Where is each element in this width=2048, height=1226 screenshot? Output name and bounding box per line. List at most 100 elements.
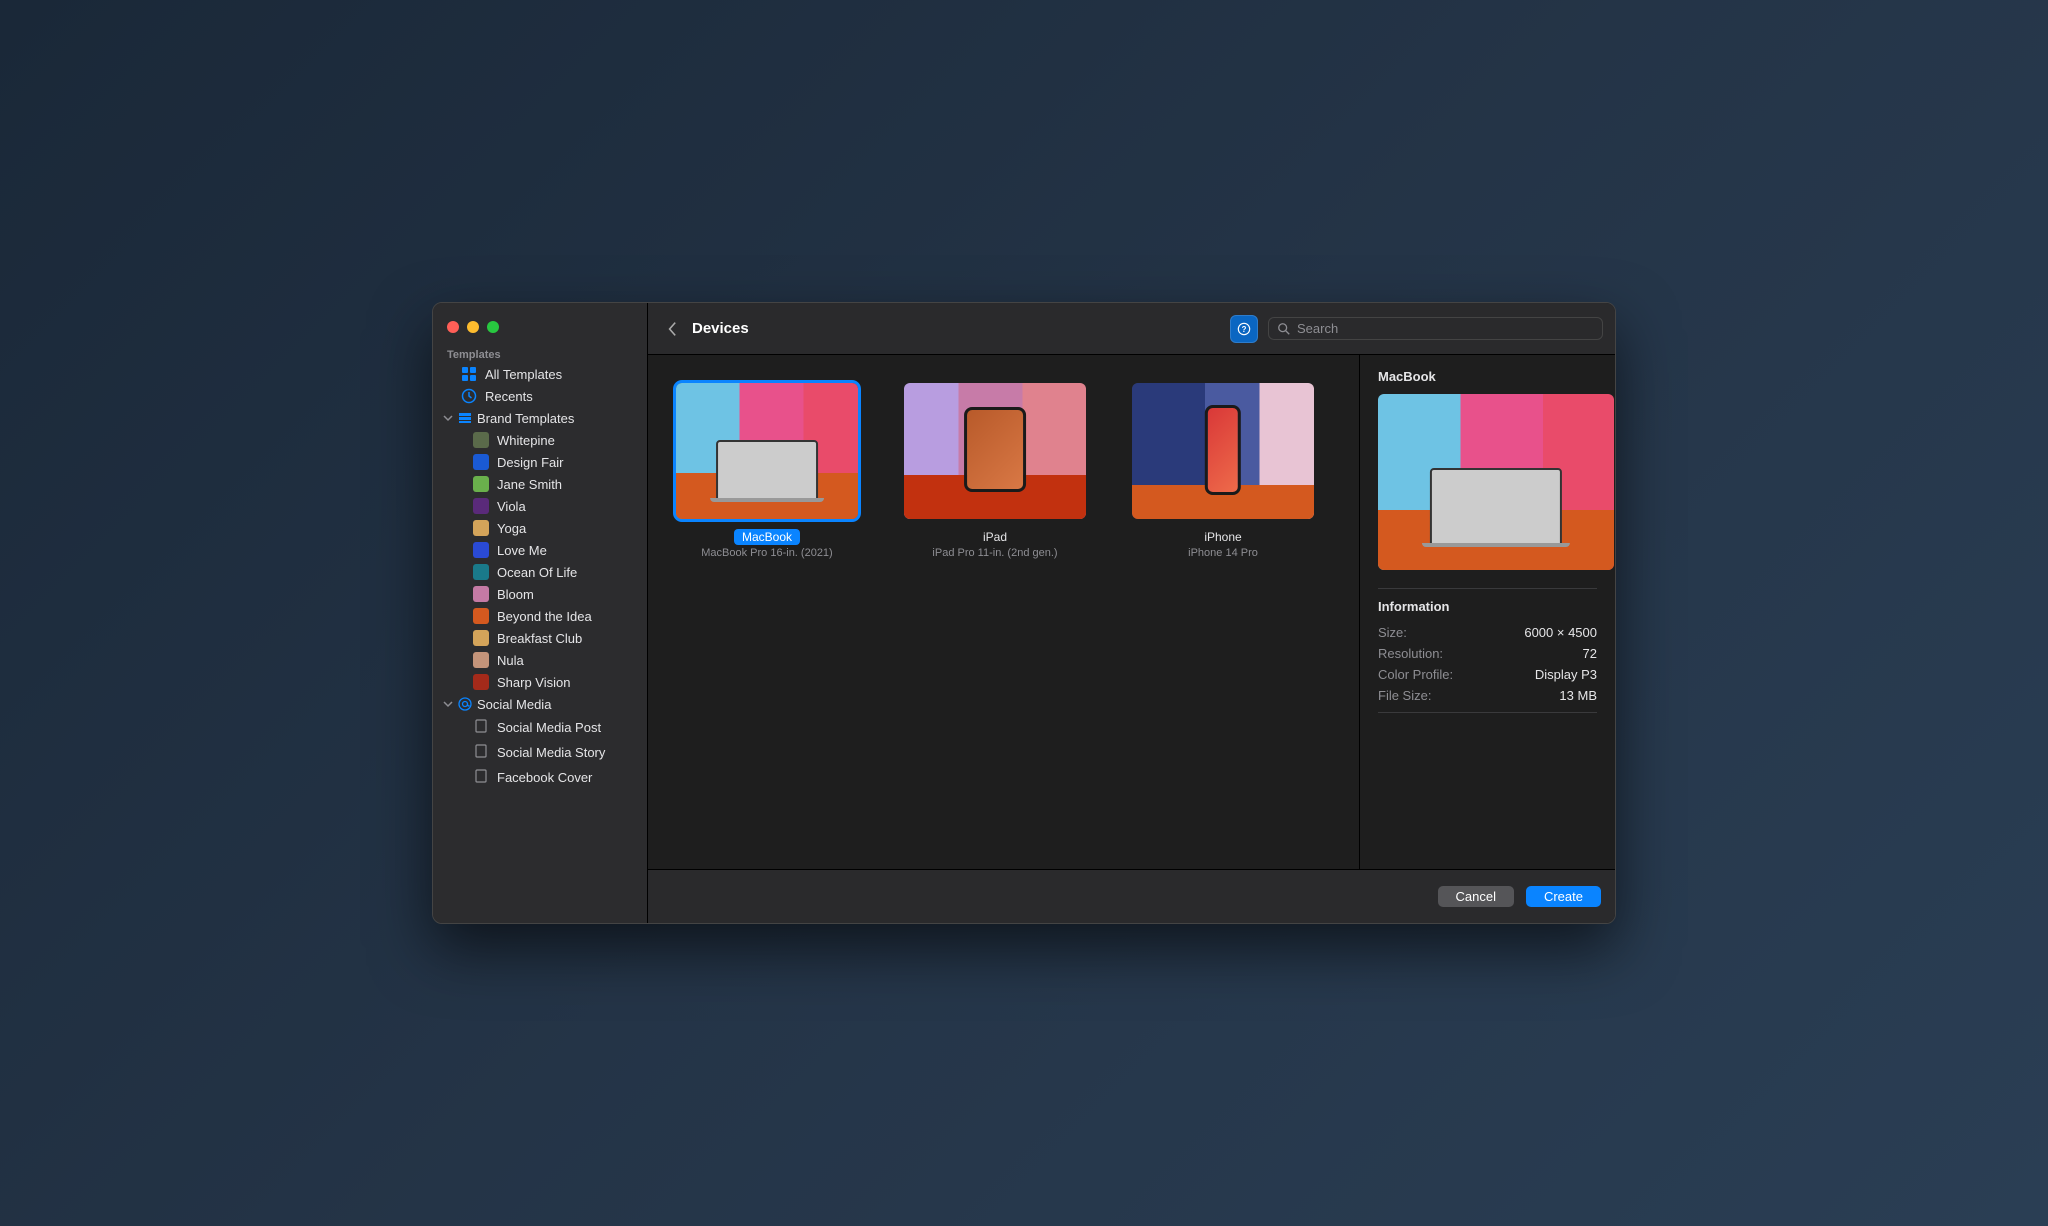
sidebar-item-label: Whitepine xyxy=(497,433,555,448)
info-value: Display P3 xyxy=(1535,667,1597,682)
template-name: iPad xyxy=(975,529,1015,545)
sidebar-item-label: Ocean Of Life xyxy=(497,565,577,580)
page-title: Devices xyxy=(692,320,749,337)
sidebar-group-label: Brand Templates xyxy=(477,411,574,426)
template-thumbnail-icon xyxy=(473,652,489,668)
template-name: iPhone xyxy=(1196,529,1249,545)
template-chooser-window: Templates All Templates Recents Brand Te… xyxy=(432,302,1616,924)
template-card[interactable]: iPhone iPhone 14 Pro xyxy=(1132,383,1314,559)
template-thumbnail-icon xyxy=(473,586,489,602)
minimize-window-button[interactable] xyxy=(467,321,479,333)
sidebar-item[interactable]: Bloom xyxy=(433,583,647,605)
help-button[interactable]: ? xyxy=(1230,315,1258,343)
template-subtitle: iPhone 14 Pro xyxy=(1188,547,1258,559)
toolbar: Devices ? xyxy=(648,303,1615,355)
sidebar-group-label: Social Media xyxy=(477,697,551,712)
divider xyxy=(1378,712,1597,713)
sidebar-item[interactable]: Jane Smith xyxy=(433,473,647,495)
template-thumbnail-icon xyxy=(473,674,489,690)
sidebar-item-label: Love Me xyxy=(497,543,547,558)
template-thumbnail-icon xyxy=(473,498,489,514)
search-field[interactable] xyxy=(1268,317,1603,340)
grid-icon xyxy=(461,366,477,382)
search-input[interactable] xyxy=(1297,321,1594,336)
window-controls xyxy=(433,311,647,345)
sidebar-item[interactable]: Sharp Vision xyxy=(433,671,647,693)
info-row: Resolution: 72 xyxy=(1378,643,1597,664)
template-thumbnail xyxy=(904,383,1086,519)
sidebar-item[interactable]: Social Media Story xyxy=(433,740,647,765)
stack-icon xyxy=(457,410,473,426)
document-icon xyxy=(473,718,489,737)
sidebar-item-label: Facebook Cover xyxy=(497,770,592,785)
info-row: Color Profile: Display P3 xyxy=(1378,664,1597,685)
sidebar-item-label: Bloom xyxy=(497,587,534,602)
sidebar-item-label: Recents xyxy=(485,389,533,404)
info-heading: Information xyxy=(1378,599,1597,614)
info-preview-thumbnail xyxy=(1378,394,1614,570)
info-value: 72 xyxy=(1583,646,1597,661)
sidebar-item[interactable]: Yoga xyxy=(433,517,647,539)
info-row: Size:6000 × 4500 xyxy=(1378,622,1597,643)
info-title: MacBook xyxy=(1378,369,1597,384)
template-thumbnail-icon xyxy=(473,564,489,580)
sidebar-item[interactable]: Design Fair xyxy=(433,451,647,473)
sidebar-item-label: Jane Smith xyxy=(497,477,562,492)
sidebar-item-label: Design Fair xyxy=(497,455,563,470)
sidebar-item[interactable]: Beyond the Idea xyxy=(433,605,647,627)
sidebar-item[interactable]: Whitepine xyxy=(433,429,647,451)
info-key: Size: xyxy=(1378,625,1407,640)
sidebar-item-label: Social Media Post xyxy=(497,720,601,735)
template-thumbnail-icon xyxy=(473,542,489,558)
back-button[interactable] xyxy=(660,317,684,341)
sidebar-recents[interactable]: Recents xyxy=(433,385,647,407)
template-name: MacBook xyxy=(734,529,800,545)
cancel-button[interactable]: Cancel xyxy=(1438,886,1514,907)
template-subtitle: iPad Pro 11-in. (2nd gen.) xyxy=(932,547,1057,559)
template-grid: MacBookMacBook Pro 16-in. (2021)iPadiPad… xyxy=(648,355,1359,869)
close-window-button[interactable] xyxy=(447,321,459,333)
sidebar-item-label: Viola xyxy=(497,499,526,514)
template-thumbnail-icon xyxy=(473,432,489,448)
template-thumbnail-icon xyxy=(473,520,489,536)
sidebar-item-label: All Templates xyxy=(485,367,562,382)
sidebar-item[interactable]: Love Me xyxy=(433,539,647,561)
sidebar-all-templates[interactable]: All Templates xyxy=(433,363,647,385)
info-key: Resolution: xyxy=(1378,646,1443,661)
sidebar-item-label: Yoga xyxy=(497,521,526,536)
info-key: Color Profile: xyxy=(1378,667,1453,682)
at-icon xyxy=(457,696,473,712)
info-key: File Size: xyxy=(1378,688,1431,703)
template-card[interactable]: MacBookMacBook Pro 16-in. (2021) xyxy=(676,383,858,559)
sidebar-item[interactable]: Nula xyxy=(433,649,647,671)
clock-icon xyxy=(461,388,477,404)
sidebar-item[interactable]: Facebook Cover xyxy=(433,765,647,790)
content-area: Devices ? MacBookMacBook Pro 16-in. (202… xyxy=(648,303,1615,923)
sidebar-item-label: Sharp Vision xyxy=(497,675,570,690)
sidebar-item[interactable]: Breakfast Club xyxy=(433,627,647,649)
info-panel: MacBook Information Size:6000 × 4500Reso… xyxy=(1359,355,1615,869)
footer: Cancel Create xyxy=(648,869,1615,923)
sidebar-item[interactable]: Viola xyxy=(433,495,647,517)
sidebar: Templates All Templates Recents Brand Te… xyxy=(433,303,648,923)
svg-text:?: ? xyxy=(1242,325,1247,334)
sidebar-item-label: Social Media Story xyxy=(497,745,605,760)
sidebar-item-label: Nula xyxy=(497,653,524,668)
template-thumbnail-icon xyxy=(473,476,489,492)
create-button[interactable]: Create xyxy=(1526,886,1601,907)
sidebar-section-label: Templates xyxy=(433,345,647,363)
sidebar-item-label: Beyond the Idea xyxy=(497,609,592,624)
fullscreen-window-button[interactable] xyxy=(487,321,499,333)
sidebar-group-social-media[interactable]: Social Media xyxy=(433,693,647,715)
template-thumbnail xyxy=(676,383,858,519)
chevron-down-icon xyxy=(443,697,453,712)
template-thumbnail-icon xyxy=(473,630,489,646)
sidebar-item[interactable]: Ocean Of Life xyxy=(433,561,647,583)
sidebar-item[interactable]: Social Media Post xyxy=(433,715,647,740)
sidebar-group-brand-templates[interactable]: Brand Templates xyxy=(433,407,647,429)
template-thumbnail-icon xyxy=(473,608,489,624)
chevron-down-icon xyxy=(443,411,453,426)
document-icon xyxy=(473,743,489,762)
template-card[interactable]: iPad iPad Pro 11-in. (2nd gen.) xyxy=(904,383,1086,559)
document-icon xyxy=(473,768,489,787)
